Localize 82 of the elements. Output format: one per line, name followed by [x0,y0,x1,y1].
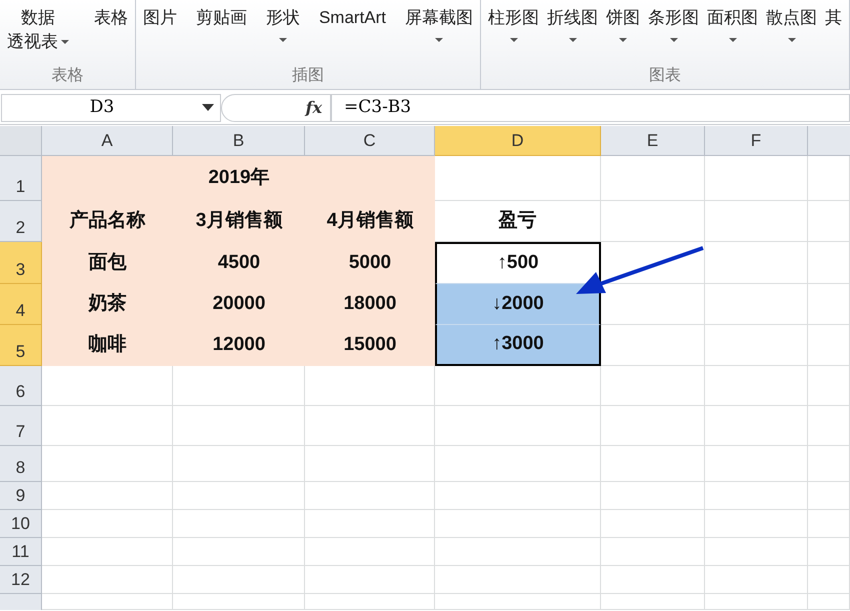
empty-cell [808,201,850,242]
empty-cell [808,538,850,566]
table-cell: ↑3000 [435,325,601,366]
column-header[interactable]: B [173,126,305,156]
empty-cell [808,406,850,446]
column-header[interactable] [808,126,850,156]
empty-cell [808,566,850,594]
row-header[interactable] [0,594,42,610]
ribbon-button[interactable]: 数据 透视表 [4,0,72,64]
empty-cell [808,284,850,325]
ribbon-button[interactable]: 折线图 [544,0,601,64]
ribbon-button[interactable]: 面积图 [704,0,761,64]
table-cell: 咖啡 [42,325,173,366]
ribbon-button[interactable]: 剪贴画 [192,0,250,64]
empty-cell [808,594,850,610]
column-header[interactable]: C [305,126,435,156]
column-header[interactable]: E [601,126,705,156]
table-cell: 12000 [173,325,305,366]
function-label: fx [306,96,322,118]
row-header[interactable]: 9 [0,482,42,510]
dropdown-icon [670,38,678,42]
row-header[interactable]: 5 [0,325,42,366]
row-header[interactable]: 6 [0,366,42,406]
ribbon-button[interactable]: 其 [822,0,845,64]
table-cell: 2019年 [173,156,305,201]
dropdown-icon [728,38,736,42]
table-cell: 3月销售额 [173,201,305,242]
column-header[interactable]: D [435,126,601,156]
dropdown-icon [278,38,287,42]
table-cell: 奶茶 [42,284,173,325]
row-header[interactable]: 10 [0,510,42,538]
group-label: 表格 [50,66,84,86]
ribbon-button[interactable]: 条形图 [645,0,702,64]
name-box[interactable]: D3 [1,94,221,122]
row-header[interactable]: 4 [0,284,42,325]
dropdown-icon [435,38,443,42]
row-header[interactable]: 7 [0,406,42,446]
empty-cell [808,446,850,482]
table-cell: 5000 [305,242,435,284]
empty-cell [808,325,850,366]
table-cell: 4月销售额 [305,201,435,242]
dropdown-icon [510,38,518,42]
table-cell: 18000 [305,284,435,325]
table-cell: 盈亏 [435,201,601,242]
row-header[interactable]: 1 [0,156,42,201]
group-label: 图表 [648,66,682,86]
select-all-button[interactable] [0,126,42,156]
group-label: 插图 [291,66,325,86]
row-header[interactable]: 8 [0,446,42,482]
empty-cell [808,242,850,284]
column-header[interactable]: F [705,126,808,156]
row-header[interactable]: 11 [0,538,42,566]
row-header[interactable]: 2 [0,201,42,242]
table-cell: 4500 [173,242,305,284]
ribbon-button[interactable]: 形状 [262,0,303,64]
ribbon-button[interactable]: 图片 [140,0,180,64]
ribbon-button[interactable]: 饼图 [603,0,643,64]
column-header[interactable]: A [42,126,173,156]
ribbon-button[interactable]: 散点图 [763,0,820,64]
empty-cell [808,482,850,510]
row-header[interactable]: 12 [0,566,42,594]
table-cell: 20000 [173,284,305,325]
empty-cell [808,510,850,538]
empty-cell [808,366,850,406]
dropdown-icon [619,38,627,42]
ribbon-button[interactable]: 屏幕截图 [402,0,476,64]
dropdown-icon [61,40,69,44]
row-header[interactable]: 3 [0,242,42,284]
dropdown-icon [788,38,796,42]
table-cell: 15000 [305,325,435,366]
dropdown-icon[interactable] [202,104,214,111]
formula-bar-handle[interactable]: fx [221,94,331,122]
dropdown-icon [568,38,576,42]
table-cell: 面包 [42,242,173,284]
ribbon-button[interactable]: 柱形图 [485,0,542,64]
formula-text: =C3-B3 [344,96,412,119]
table-cell: ↓2000 [435,284,601,325]
cell-reference: D3 [88,96,116,119]
ribbon-button[interactable]: 表格 [91,0,131,64]
ribbon-button[interactable]: SmartArt [316,0,390,64]
table-cell: 产品名称 [42,201,173,242]
formula-field[interactable]: =C3-B3 [331,94,850,122]
